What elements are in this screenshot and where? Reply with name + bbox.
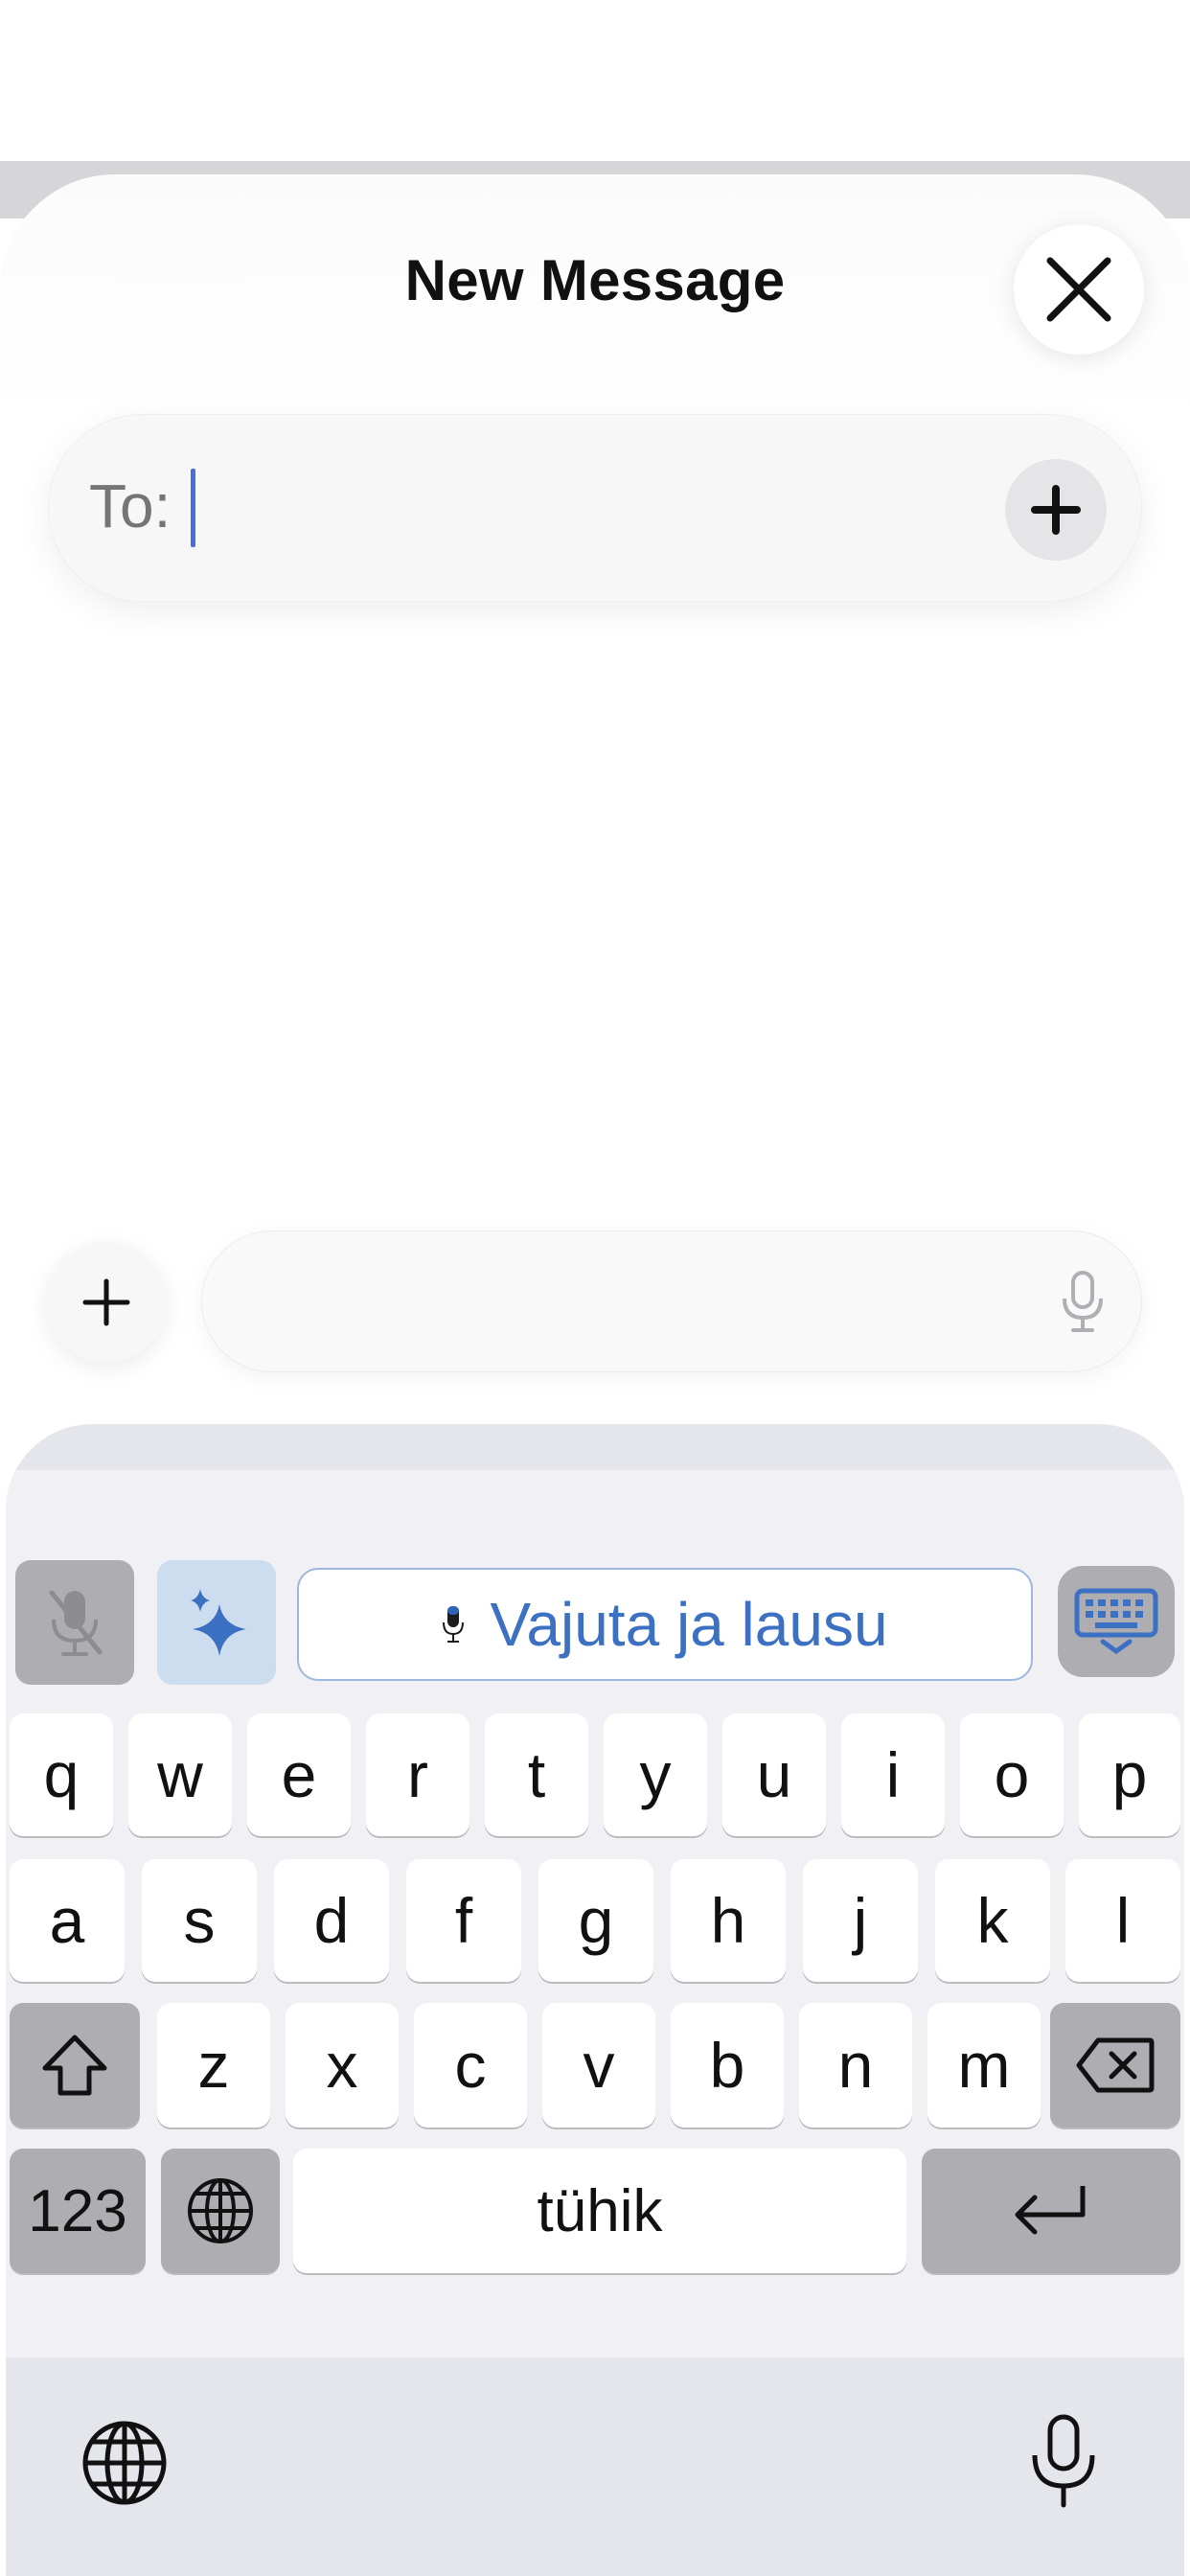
close-button[interactable] — [1014, 224, 1144, 355]
backspace-icon — [1076, 2037, 1155, 2093]
close-icon — [1046, 257, 1111, 322]
page-title: New Message — [404, 248, 786, 312]
return-icon — [1015, 2186, 1086, 2235]
key-u[interactable]: u — [722, 1714, 826, 1836]
key-w[interactable]: w — [128, 1714, 232, 1836]
microphone-icon — [443, 1606, 465, 1643]
key-y[interactable]: y — [604, 1714, 707, 1836]
shift-icon — [42, 2035, 107, 2096]
key-r[interactable]: r — [366, 1714, 469, 1836]
key-i[interactable]: i — [841, 1714, 945, 1836]
globe-icon — [188, 2178, 253, 2243]
key-n[interactable]: n — [799, 2003, 912, 2128]
shift-key[interactable] — [10, 2003, 140, 2128]
key-p[interactable]: p — [1079, 1714, 1180, 1836]
key-f[interactable]: f — [406, 1859, 521, 1982]
key-z[interactable]: z — [157, 2003, 270, 2128]
key-a[interactable]: a — [10, 1859, 125, 1982]
microphone-icon[interactable] — [1029, 2413, 1098, 2509]
globe-icon[interactable] — [80, 2419, 169, 2507]
key-c[interactable]: c — [414, 2003, 527, 2128]
to-label: To: — [89, 472, 172, 540]
key-h[interactable]: h — [671, 1859, 786, 1982]
sparkle-icon — [191, 1589, 246, 1656]
to-field[interactable]: To: — [48, 414, 1142, 602]
keyboard-toggle-button[interactable] — [1058, 1566, 1175, 1677]
key-k[interactable]: k — [935, 1859, 1050, 1982]
key-g[interactable]: g — [538, 1859, 653, 1982]
new-message-screen: New Message To: Vajuta ja lausu q w e r … — [0, 0, 1190, 2576]
plus-icon — [82, 1278, 130, 1326]
return-key[interactable] — [922, 2149, 1180, 2273]
message-input[interactable] — [201, 1230, 1142, 1372]
key-v[interactable]: v — [542, 2003, 655, 2128]
dictation-label: Vajuta ja lausu — [490, 1590, 888, 1659]
add-recipient-button[interactable] — [1005, 459, 1107, 561]
key-e[interactable]: e — [247, 1714, 351, 1836]
dictation-button[interactable]: Vajuta ja lausu — [297, 1568, 1033, 1681]
key-q[interactable]: q — [10, 1714, 113, 1836]
attachment-button[interactable] — [46, 1242, 167, 1363]
keyboard-icon — [1074, 1588, 1158, 1655]
mic-off-icon — [49, 1590, 103, 1656]
key-o[interactable]: o — [960, 1714, 1064, 1836]
keyboard: Vajuta ja lausu q w e r t y u i o p a s — [6, 1424, 1184, 2576]
ai-writing-button[interactable] — [157, 1560, 276, 1685]
numbers-key[interactable]: 123 — [10, 2149, 146, 2273]
text-cursor — [191, 469, 195, 547]
key-x[interactable]: x — [286, 2003, 399, 2128]
backspace-key[interactable] — [1050, 2003, 1180, 2128]
key-j[interactable]: j — [803, 1859, 918, 1982]
mute-mic-button[interactable] — [15, 1560, 134, 1685]
globe-key[interactable] — [161, 2149, 280, 2273]
key-l[interactable]: l — [1065, 1859, 1180, 1982]
key-b[interactable]: b — [671, 2003, 784, 2128]
space-key[interactable]: tühik — [293, 2149, 906, 2273]
key-s[interactable]: s — [142, 1859, 257, 1982]
key-t[interactable]: t — [485, 1714, 588, 1836]
plus-icon — [1031, 485, 1081, 535]
microphone-icon[interactable] — [1061, 1270, 1105, 1333]
key-d[interactable]: d — [274, 1859, 389, 1982]
key-m[interactable]: m — [927, 2003, 1041, 2128]
